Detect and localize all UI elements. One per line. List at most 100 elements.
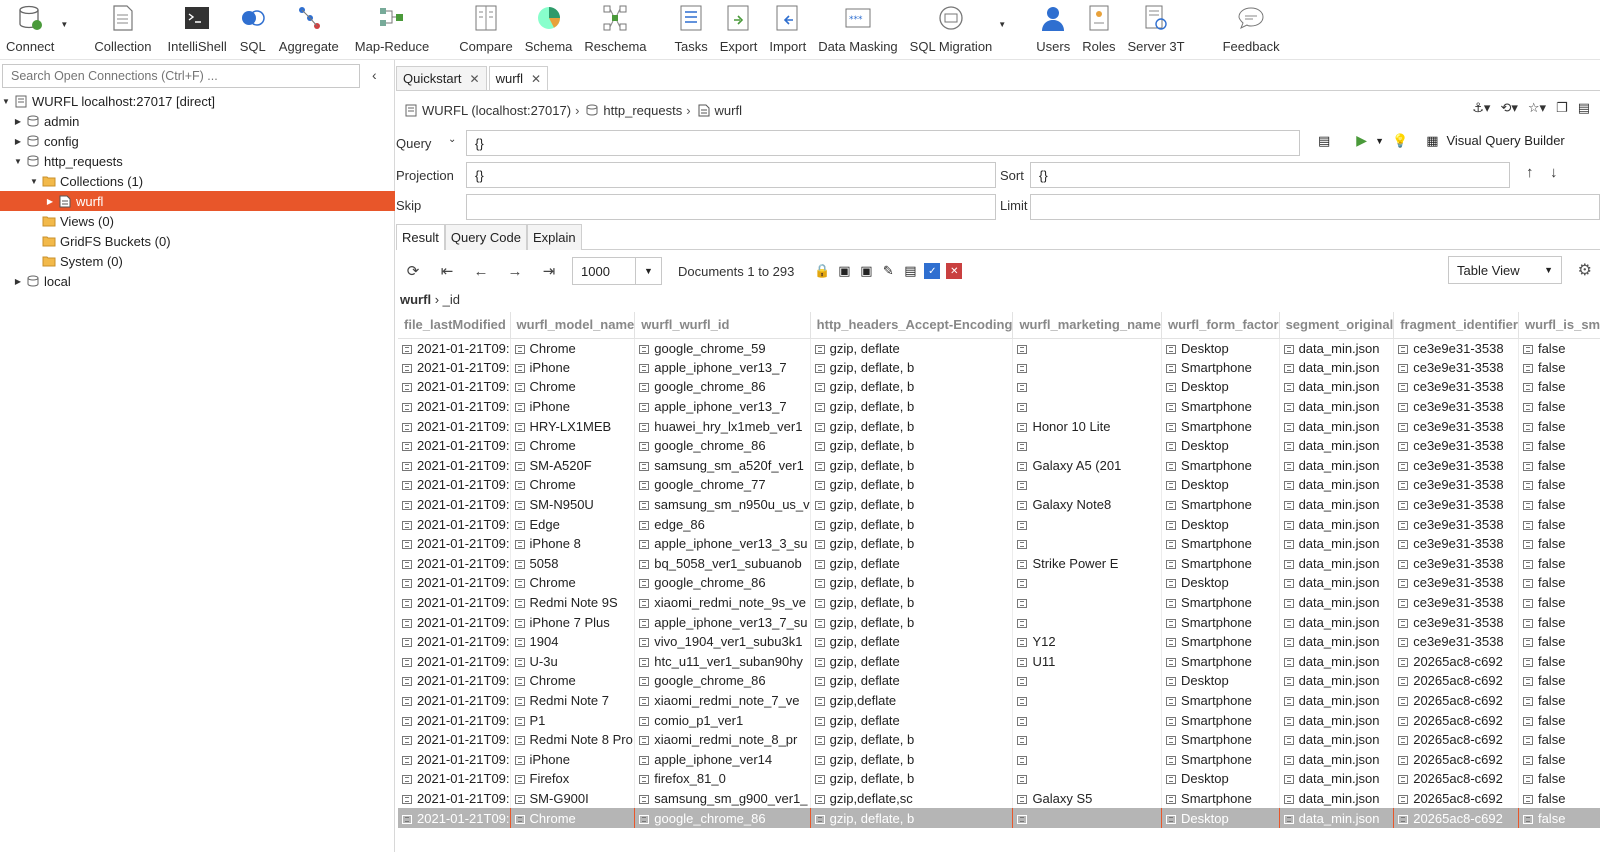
table-cell[interactable]: false bbox=[1518, 749, 1600, 770]
table-cell[interactable]: false bbox=[1518, 533, 1600, 554]
expand-caret-icon[interactable]: ▶ bbox=[44, 197, 56, 206]
query-templates-icon[interactable]: ▤ bbox=[1318, 133, 1330, 149]
table-cell[interactable]: Redmi Note 9S bbox=[510, 592, 636, 613]
table-cell[interactable]: Desktop bbox=[1161, 808, 1280, 828]
tree-item-connection[interactable]: ▼ WURFL localhost:27017 [direct] bbox=[0, 91, 395, 111]
query-input[interactable]: {} bbox=[466, 130, 1300, 156]
table-cell[interactable]: U-3u bbox=[510, 651, 636, 672]
table-cell[interactable]: Smartphone bbox=[1161, 749, 1280, 770]
expand-caret-icon[interactable]: ▶ bbox=[12, 277, 24, 286]
close-icon[interactable]: ✕ bbox=[531, 72, 541, 86]
table-cell[interactable]: gzip, deflate, b bbox=[810, 475, 1014, 495]
table-cell[interactable]: HRY-LX1MEB bbox=[510, 416, 636, 436]
table-cell[interactable] bbox=[1012, 396, 1163, 417]
table-cell[interactable]: data_min.json bbox=[1279, 494, 1395, 515]
table-cell[interactable]: gzip, deflate, b bbox=[810, 455, 1014, 476]
table-row[interactable]: 2021-01-21T09: P1 comio_p1_ver1 gzip, defla… bbox=[398, 710, 1600, 730]
table-cell[interactable] bbox=[1012, 573, 1163, 593]
column-header[interactable]: wurfl_wurfl_id bbox=[634, 312, 811, 339]
table-cell[interactable]: 2021-01-21T09: bbox=[398, 475, 511, 495]
table-cell[interactable] bbox=[1012, 671, 1163, 691]
table-cell[interactable]: false bbox=[1518, 710, 1600, 730]
table-cell[interactable]: 5058 bbox=[510, 553, 636, 574]
table-row[interactable]: 2021-01-21T09: Chrome google_chrome_59 gzip… bbox=[398, 338, 1600, 358]
query-dropdown-icon[interactable]: ⌄ bbox=[448, 134, 456, 145]
collection-button[interactable]: Collection bbox=[88, 0, 157, 58]
table-cell[interactable]: false bbox=[1518, 651, 1600, 672]
table-cell[interactable]: 2021-01-21T09: bbox=[398, 612, 511, 632]
table-row[interactable]: 2021-01-21T09: 5058 bq_5058_ver1_subuanob g… bbox=[398, 553, 1600, 574]
table-cell[interactable]: gzip, deflate, b bbox=[810, 435, 1014, 456]
table-cell[interactable]: false bbox=[1518, 690, 1600, 711]
table-cell[interactable]: gzip, deflate, b bbox=[810, 769, 1014, 789]
table-cell[interactable]: firefox_81_0 bbox=[634, 769, 811, 789]
table-cell[interactable]: apple_iphone_ver13_7 bbox=[634, 396, 811, 417]
table-cell[interactable]: Desktop bbox=[1161, 671, 1280, 691]
table-cell[interactable]: google_chrome_86 bbox=[634, 573, 811, 593]
table-row[interactable]: 2021-01-21T09: Chrome google_chrome_86 gzip… bbox=[398, 808, 1600, 828]
tab-result[interactable]: Result bbox=[396, 224, 445, 250]
tree-item-admin[interactable]: ▶ admin bbox=[0, 111, 395, 131]
table-cell[interactable]: vivo_1904_ver1_subu3k1 bbox=[634, 631, 811, 652]
table-row[interactable]: 2021-01-21T09: Chrome google_chrome_77 gzip… bbox=[398, 475, 1600, 495]
table-cell[interactable]: Smartphone bbox=[1161, 455, 1280, 476]
table-cell[interactable]: 20265ac8-c692 bbox=[1393, 749, 1519, 770]
table-cell[interactable]: false bbox=[1518, 357, 1600, 378]
table-cell[interactable]: gzip,deflate bbox=[810, 690, 1014, 711]
table-cell[interactable]: gzip, deflate bbox=[810, 631, 1014, 652]
table-cell[interactable]: 2021-01-21T09: bbox=[398, 710, 511, 730]
table-cell[interactable]: false bbox=[1518, 435, 1600, 456]
table-cell[interactable]: data_min.json bbox=[1279, 514, 1395, 534]
table-cell[interactable]: ce3e9e31-3538 bbox=[1393, 357, 1519, 378]
table-row[interactable]: 2021-01-21T09: iPhone apple_iphone_ver13_7… bbox=[398, 357, 1600, 378]
table-row[interactable]: 2021-01-21T09: Chrome google_chrome_86 gzip… bbox=[398, 573, 1600, 593]
table-cell[interactable]: Smartphone bbox=[1161, 533, 1280, 554]
history-icon[interactable]: ⟲▾ bbox=[1500, 100, 1517, 116]
table-cell[interactable]: data_min.json bbox=[1279, 671, 1395, 691]
table-cell[interactable]: false bbox=[1518, 769, 1600, 789]
star-icon[interactable]: ☆▾ bbox=[1528, 100, 1546, 116]
table-cell[interactable]: iPhone bbox=[510, 357, 636, 378]
table-row[interactable]: 2021-01-21T09: iPhone 7 Plus apple_iphone_… bbox=[398, 612, 1600, 632]
table-cell[interactable]: Chrome bbox=[510, 377, 636, 397]
chevron-down-icon[interactable]: ▼ bbox=[1544, 265, 1553, 275]
table-cell[interactable]: 1904 bbox=[510, 631, 636, 652]
intellishell-button[interactable]: IntelliShell bbox=[162, 0, 233, 58]
table-cell[interactable]: false bbox=[1518, 494, 1600, 515]
table-cell[interactable]: 20265ac8-c692 bbox=[1393, 788, 1519, 809]
export-button[interactable]: Export bbox=[714, 0, 764, 58]
table-cell[interactable]: Redmi Note 7 bbox=[510, 690, 636, 711]
table-cell[interactable]: htc_u11_ver1_suban90hy bbox=[634, 651, 811, 672]
breadcrumb-collection[interactable]: wurfl bbox=[715, 103, 742, 118]
sql-migration-dropdown[interactable]: ▼ bbox=[998, 0, 1012, 58]
table-cell[interactable]: ce3e9e31-3538 bbox=[1393, 475, 1519, 495]
table-cell[interactable] bbox=[1012, 749, 1163, 770]
table-cell[interactable]: ce3e9e31-3538 bbox=[1393, 455, 1519, 476]
table-cell[interactable]: edge_86 bbox=[634, 514, 811, 534]
table-cell[interactable]: data_min.json bbox=[1279, 396, 1395, 417]
table-cell[interactable] bbox=[1012, 338, 1163, 358]
expand-caret-icon[interactable]: ▶ bbox=[12, 137, 24, 146]
view-mode-select[interactable]: Table View ▼ bbox=[1448, 256, 1562, 284]
table-cell[interactable]: gzip, deflate bbox=[810, 338, 1014, 358]
table-cell[interactable]: gzip, deflate, b bbox=[810, 514, 1014, 534]
table-cell[interactable]: Smartphone bbox=[1161, 494, 1280, 515]
table-cell[interactable]: 20265ac8-c692 bbox=[1393, 710, 1519, 730]
table-cell[interactable]: 2021-01-21T09: bbox=[398, 494, 511, 515]
table-cell[interactable]: 2021-01-21T09: bbox=[398, 416, 511, 436]
table-cell[interactable] bbox=[1012, 612, 1163, 632]
table-cell[interactable] bbox=[1012, 475, 1163, 495]
table-cell[interactable]: apple_iphone_ver13_3_su bbox=[634, 533, 811, 554]
table-cell[interactable]: Desktop bbox=[1161, 514, 1280, 534]
table-cell[interactable]: xiaomi_redmi_note_7_ve bbox=[634, 690, 811, 711]
table-cell[interactable]: data_min.json bbox=[1279, 435, 1395, 456]
table-cell[interactable]: Edge bbox=[510, 514, 636, 534]
table-cell[interactable]: 2021-01-21T09: bbox=[398, 788, 511, 809]
table-cell[interactable]: gzip, deflate bbox=[810, 671, 1014, 691]
run-dropdown-icon[interactable]: ▼ bbox=[1375, 136, 1384, 146]
run-icon[interactable]: ▶ bbox=[1356, 132, 1367, 149]
table-cell[interactable]: Honor 10 Lite bbox=[1012, 416, 1163, 436]
table-row[interactable]: 2021-01-21T09: Redmi Note 7 xiaomi_redmi_n… bbox=[398, 690, 1600, 711]
table-cell[interactable]: false bbox=[1518, 553, 1600, 574]
table-cell[interactable]: P1 bbox=[510, 710, 636, 730]
